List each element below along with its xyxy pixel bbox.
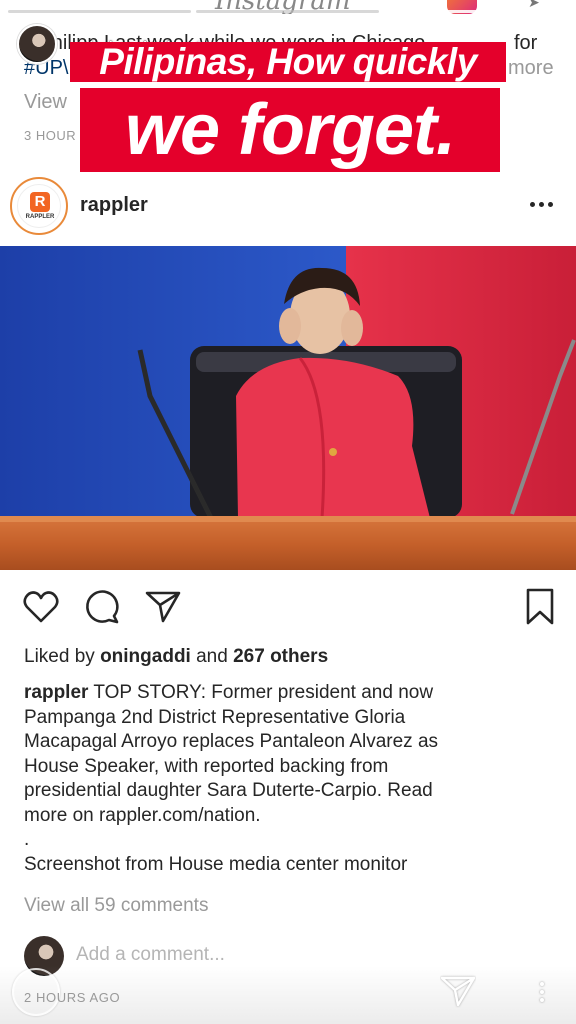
post-photo-image [0,246,576,570]
view-all-comments-link[interactable]: View all 59 comments [24,895,208,917]
caption-line: Pampanga 2nd District Representative Glo… [24,706,406,728]
story-headline-line2: we forget. [80,88,500,172]
caption-line: Screenshot from House media center monit… [24,853,408,875]
post-header: R RAPPLER rappler [0,174,576,238]
vertical-dots-icon[interactable] [538,980,546,1004]
story-avatar[interactable] [17,24,57,64]
background-more-link[interactable]: more [508,57,554,80]
story-footer: 2 HOURS AGO [0,966,576,1024]
background-view-comments[interactable]: View [24,91,67,114]
rappler-logo-icon: R [30,192,50,212]
story-progress-segment [384,10,567,13]
comment-input[interactable] [76,944,456,966]
background-post-time: 3 HOUR [24,128,77,143]
comment-bubble-icon[interactable] [83,588,121,626]
story-headline-line1: Pilipinas, How quickly [70,42,506,82]
heart-icon[interactable] [22,588,60,626]
likes-user-link[interactable]: oningaddi [100,646,191,667]
caption-author[interactable]: rappler [24,682,88,703]
caption-line: House Speaker, with reported backing fro… [24,755,389,777]
paper-plane-icon[interactable] [144,588,182,626]
avatar-inner: R RAPPLER [17,184,61,228]
bookmark-icon[interactable] [521,588,559,626]
send-icon[interactable] [440,974,476,1008]
post-actions [0,588,576,628]
caption-line: . [24,829,30,850]
post-caption: rappler TOP STORY: Former president and … [24,681,564,877]
background-caption-text: for [514,32,538,54]
caption-line: more on rappler.com/nation. [24,804,261,826]
story-progress-segment [196,10,379,13]
story-footer-time: 2 HOURS AGO [24,990,121,1005]
likes-summary[interactable]: Liked by oningaddi and 267 others [24,646,328,668]
likes-others-link[interactable]: 267 others [233,646,328,667]
post-username[interactable]: rappler [80,194,148,217]
more-dots-icon[interactable] [528,194,556,214]
caption-line: presidential daughter Sara Duterte-Carpi… [24,780,433,801]
post-photo[interactable] [0,246,576,570]
rappler-avatar[interactable]: R RAPPLER [10,177,68,235]
caption-line: Macapagal Arroyo replaces Pantaleon Alva… [24,731,439,752]
caption-text: TOP STORY: Former president and now [88,682,434,703]
rappler-brand-text: RAPPLER [25,214,55,220]
story-progress-segment [8,10,191,13]
likes-prefix: Liked by [24,646,95,667]
caption-line: rappler TOP STORY: Former president and … [24,681,564,706]
likes-middle: and [196,646,228,667]
story-user[interactable]: missizacalzado 1 m [17,24,207,70]
